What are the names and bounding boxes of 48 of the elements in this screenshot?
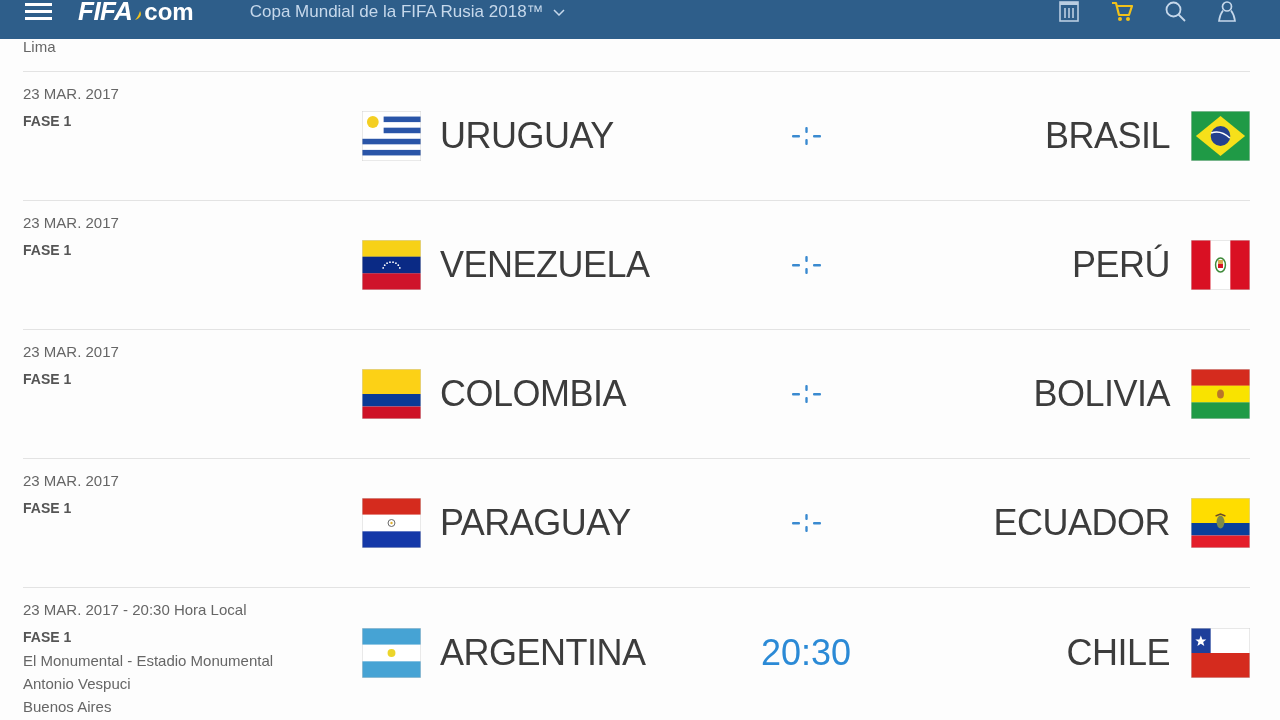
- match-date: 23 MAR. 2017: [23, 471, 119, 491]
- venue-text: Lima: [23, 39, 57, 55]
- home-team-name: PARAGUAY: [440, 502, 631, 544]
- venue-text: Buenos Aires: [23, 697, 112, 717]
- brazil-flag-icon: [1191, 111, 1250, 161]
- match-phase: FASE 1: [23, 112, 72, 131]
- home-team-name: ARGENTINA: [440, 632, 646, 674]
- away-team-name: ECUADOR: [993, 502, 1170, 544]
- match-phase: FASE 1: [23, 628, 72, 647]
- swoosh-icon: [135, 11, 143, 20]
- competition-dropdown[interactable]: Copa Mundial de la FIFA Rusia 2018™: [249, 1, 565, 23]
- venue-text: El Monumental - Estadio Monumental: [23, 651, 274, 671]
- columns-icon[interactable]: [1059, 1, 1079, 22]
- away-team-name: CHILE: [1066, 632, 1170, 674]
- user-icon[interactable]: [1218, 1, 1236, 22]
- match-date: 23 MAR. 2017: [23, 213, 119, 233]
- away-team-name: BOLIVIA: [1033, 373, 1170, 415]
- away-team-name: BRASIL: [1044, 115, 1170, 157]
- site-logo-link[interactable]: FIFA com: [78, 0, 194, 24]
- paraguay-flag-icon: [362, 498, 421, 548]
- search-icon[interactable]: [1165, 1, 1186, 22]
- score-pending-icon: [791, 255, 821, 275]
- home-team-name: URUGUAY: [440, 115, 614, 157]
- chevron-down-icon: [552, 8, 565, 16]
- match-phase: FASE 1: [23, 499, 72, 518]
- match-phase: FASE 1: [23, 370, 72, 389]
- uruguay-flag-icon: [362, 111, 421, 161]
- home-team-name: VENEZUELA: [440, 244, 650, 286]
- venue-text: Antonio Vespuci: [23, 674, 131, 694]
- kickoff-time: 20:30: [760, 632, 852, 674]
- score-pending-icon: [791, 384, 821, 404]
- match-phase: FASE 1: [23, 241, 72, 260]
- cart-icon[interactable]: [1111, 1, 1133, 22]
- score-pending-icon: [791, 126, 821, 146]
- bolivia-flag-icon: [1191, 369, 1250, 419]
- chile-flag-icon: [1191, 628, 1250, 678]
- match-date: 23 MAR. 2017 - 20:30 Hora Local: [23, 600, 247, 620]
- peru-flag-icon: [1191, 240, 1250, 290]
- ecuador-flag-icon: [1191, 498, 1250, 548]
- menu-icon[interactable]: [25, 3, 52, 20]
- argentina-flag-icon: [362, 628, 421, 678]
- match-date: 23 MAR. 2017: [23, 342, 119, 362]
- colombia-flag-icon: [362, 369, 421, 419]
- venezuela-flag-icon: [362, 240, 421, 290]
- away-team-name: PERÚ: [1071, 244, 1170, 286]
- match-date: 23 MAR. 2017: [23, 84, 119, 104]
- score-pending-icon: [791, 513, 821, 533]
- home-team-name: COLOMBIA: [440, 373, 627, 415]
